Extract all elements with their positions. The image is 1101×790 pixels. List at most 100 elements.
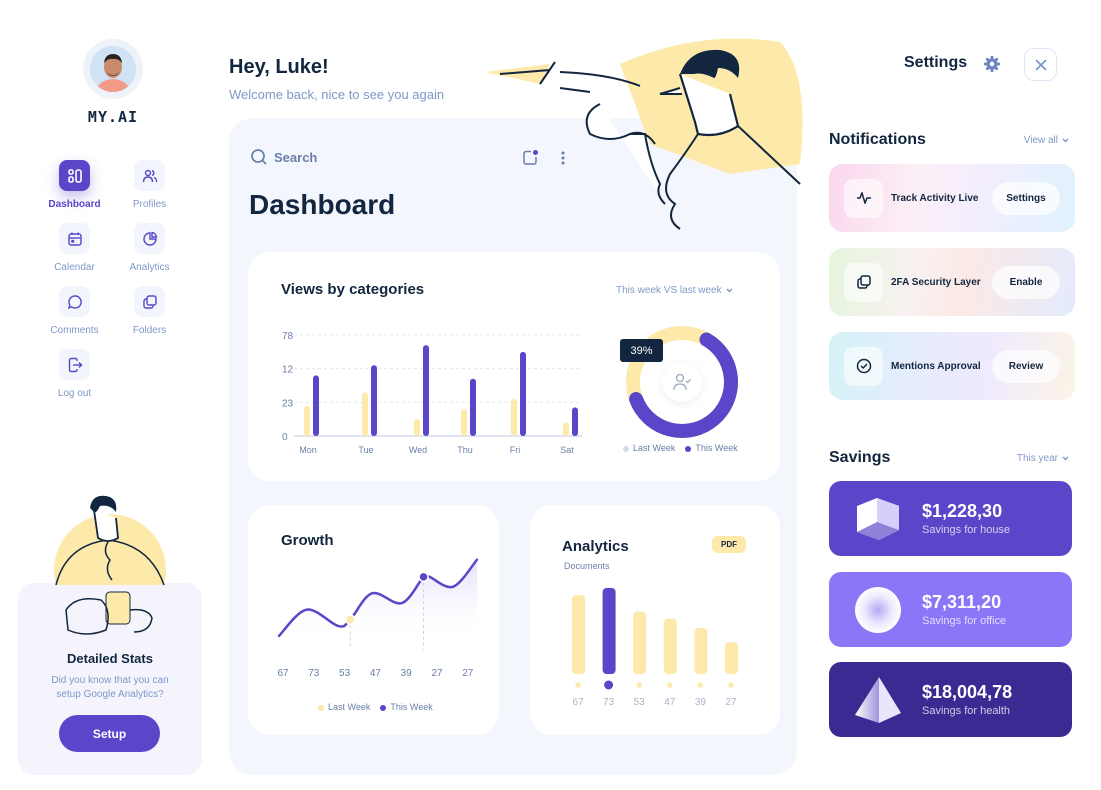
- settings-title: Settings: [904, 54, 968, 71]
- close-button[interactable]: [1024, 48, 1057, 81]
- avatar[interactable]: [83, 39, 143, 99]
- analytics-card: Analytics Documents PDF 67 73 53 47 39 27: [530, 505, 780, 735]
- notification-icon[interactable]: [522, 149, 539, 171]
- savings-card-office[interactable]: $7,311,20 Savings for office: [829, 572, 1072, 647]
- savings-amount: $1,228,30: [922, 501, 1003, 521]
- bar-dot: [697, 682, 704, 688]
- bar-this-week: [423, 345, 429, 436]
- legend-this-week: This Week: [380, 702, 433, 712]
- view-all-label: View all: [1023, 135, 1058, 146]
- bar-dot: [667, 682, 673, 688]
- copy-icon: [844, 262, 883, 302]
- y-tick-label: 78: [282, 331, 294, 342]
- activity-icon: [844, 178, 883, 218]
- sidebar-nav: Dashboard Profiles Calendar Analytics Co…: [37, 160, 187, 399]
- bar-this-week: [520, 351, 526, 436]
- users-icon: [134, 160, 165, 191]
- bar-last-week: [563, 422, 569, 436]
- notifications-title: Notifications: [829, 131, 926, 148]
- y-tick-label: 23: [282, 398, 294, 409]
- donut-center: [662, 362, 702, 402]
- view-all-link[interactable]: View all: [1024, 135, 1069, 146]
- pyramid-icon: [855, 676, 901, 723]
- sidebar-item-logout[interactable]: Log out: [37, 349, 112, 399]
- savings-label: Savings for health: [922, 705, 1011, 717]
- x-tick-label: Thu: [457, 445, 473, 455]
- savings-label: Savings for office: [922, 615, 1007, 627]
- cube-icon: [857, 497, 899, 540]
- bar-this-week: [371, 365, 377, 436]
- check-circle-icon: [844, 346, 883, 386]
- sidebar-item-analytics[interactable]: Analytics: [112, 223, 187, 273]
- notification-item: 2FA Security Layer Enable: [829, 248, 1075, 316]
- bar: [694, 628, 708, 674]
- chevron-down-icon: [1062, 138, 1069, 143]
- pie-chart-icon: [134, 223, 165, 254]
- donut-legend: Last Week This Week: [623, 443, 738, 453]
- sidebar-item-label: Log out: [57, 388, 92, 399]
- setup-button[interactable]: Setup: [59, 715, 160, 752]
- savings-card-house[interactable]: $1,228,30 Savings for house: [829, 481, 1072, 556]
- x-tick-label: 27: [431, 668, 443, 679]
- enable-2fa-button[interactable]: Enable: [992, 265, 1060, 299]
- savings-filter-label: This year: [1016, 453, 1058, 464]
- promo-illustration: [54, 495, 166, 635]
- savings-card-health[interactable]: $18,004,78 Savings for health: [829, 662, 1072, 737]
- x-tick-label: 73: [603, 697, 615, 708]
- calendar-icon: [59, 223, 90, 254]
- marker-last-week: [345, 614, 356, 625]
- bar-last-week: [461, 409, 467, 436]
- search-placeholder: Search: [274, 149, 318, 165]
- sidebar-item-label: Analytics: [129, 262, 170, 273]
- x-tick-label: Sat: [560, 445, 574, 455]
- x-tick-label: 27: [725, 697, 737, 708]
- bar-dot: [575, 682, 581, 688]
- notification-label: Mentions Approval: [891, 360, 981, 372]
- search-icon: [251, 149, 267, 165]
- x-tick-label: 53: [339, 668, 351, 679]
- bar: [572, 595, 585, 674]
- close-icon: [1034, 58, 1047, 71]
- sidebar-item-dashboard[interactable]: Dashboard: [37, 160, 112, 210]
- gear-icon[interactable]: [983, 55, 1001, 78]
- views-filter-label: This week VS last week: [616, 285, 722, 296]
- notification-label: 2FA Security Layer: [891, 276, 981, 288]
- y-tick-label: 12: [282, 365, 294, 376]
- savings-amount: $18,004,78: [922, 682, 1013, 702]
- sidebar-item-label: Comments: [50, 325, 99, 336]
- sidebar-item-label: Profiles: [132, 199, 167, 210]
- search-input[interactable]: Search: [250, 148, 317, 166]
- x-tick-label: 27: [462, 668, 474, 679]
- sidebar-item-label: Dashboard: [48, 199, 101, 210]
- folders-icon: [134, 286, 165, 317]
- sidebar-item-label: Calendar: [54, 262, 95, 273]
- bar-this-week: [313, 375, 319, 436]
- review-mentions-button[interactable]: Review: [992, 349, 1060, 383]
- bar-dot: [636, 682, 642, 688]
- views-filter-dropdown[interactable]: This week VS last week: [616, 285, 733, 296]
- savings-label: Savings for house: [922, 524, 1011, 536]
- legend-this-week: This Week: [685, 443, 738, 453]
- growth-legend: Last Week This Week: [318, 702, 433, 712]
- dashboard-icon: [59, 160, 90, 191]
- chevron-down-icon: [1062, 456, 1069, 461]
- views-bar-chart: 0 23 12 78 Mon Tue Wed Thu Fri Sat: [282, 331, 582, 455]
- x-tick-label: Mon: [299, 445, 317, 455]
- more-options-icon[interactable]: [558, 150, 568, 171]
- brand-logo: MY.AI: [87, 108, 139, 126]
- track-activity-settings-button[interactable]: Settings: [992, 181, 1060, 215]
- bar-highlighted: [602, 588, 616, 674]
- x-tick-label: 67: [572, 697, 584, 708]
- sidebar-item-calendar[interactable]: Calendar: [37, 223, 112, 273]
- avatar-photo: [90, 46, 136, 92]
- legend-last-week: Last Week: [318, 702, 370, 712]
- welcome-text: Welcome back, nice to see you again: [229, 87, 445, 102]
- bar: [633, 611, 647, 674]
- sidebar-item-profiles[interactable]: Profiles: [112, 160, 187, 210]
- sidebar-item-comments[interactable]: Comments: [37, 286, 112, 336]
- x-tick-label: 47: [370, 668, 382, 679]
- sidebar-item-folders[interactable]: Folders: [112, 286, 187, 336]
- bar: [663, 618, 677, 674]
- x-tick-label: 39: [401, 668, 413, 679]
- savings-filter-dropdown[interactable]: This year: [1017, 453, 1069, 464]
